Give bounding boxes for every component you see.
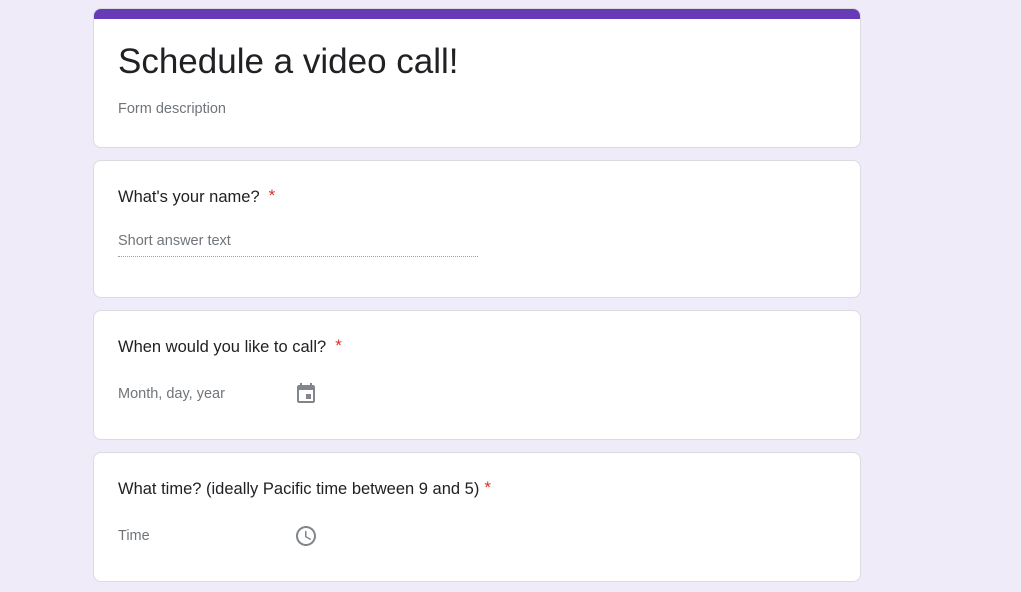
question-card-date[interactable]: When would you like to call? * Month, da…: [93, 310, 861, 440]
time-placeholder: Time: [118, 528, 150, 544]
accent-bar: [94, 9, 860, 19]
short-answer-field: Short answer text: [118, 233, 478, 257]
question-card-time[interactable]: What time? (ideally Pacific time between…: [93, 452, 861, 582]
clock-icon: [294, 524, 318, 548]
question-title: What's your name? *: [118, 186, 276, 208]
required-asterisk: *: [335, 336, 342, 355]
time-field: Time: [118, 523, 318, 549]
date-placeholder: Month, day, year: [118, 386, 225, 402]
question-card-name[interactable]: What's your name? * Short answer text: [93, 160, 861, 298]
date-field: Month, day, year: [118, 381, 318, 407]
question-text: When would you like to call?: [118, 338, 327, 356]
required-asterisk: *: [268, 186, 276, 205]
question-text: What time? (ideally Pacific time between…: [118, 480, 480, 498]
form-header-card: Schedule a video call! Form description: [93, 8, 861, 148]
form-description[interactable]: Form description: [118, 101, 226, 117]
question-title: When would you like to call? *: [118, 336, 342, 358]
form-title[interactable]: Schedule a video call!: [118, 42, 459, 82]
question-title: What time? (ideally Pacific time between…: [118, 478, 491, 500]
question-text: What's your name?: [118, 188, 260, 206]
calendar-icon: [294, 382, 318, 406]
required-asterisk: *: [484, 478, 491, 497]
